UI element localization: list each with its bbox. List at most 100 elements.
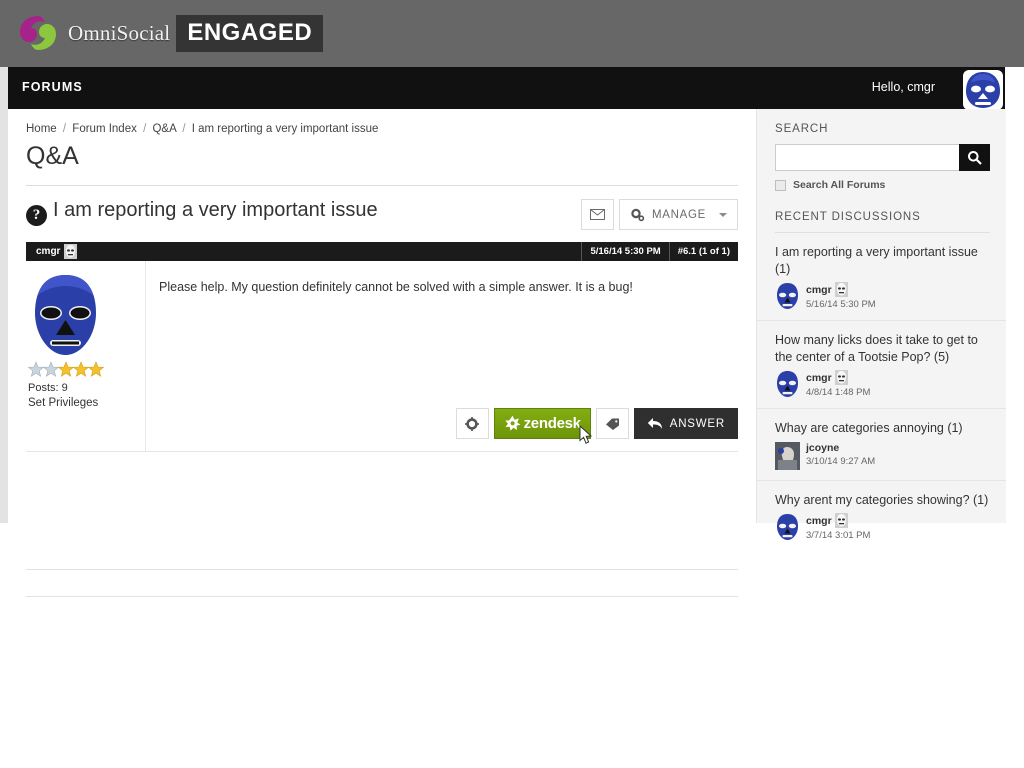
main-column: Home / Forum Index / Q&A / I am reportin… [8, 109, 756, 597]
discussion-meta: jcoyne 3/10/14 9:27 AM [775, 441, 990, 470]
discussion-title[interactable]: I am reporting a very important issue (1… [775, 244, 990, 277]
reply-arrow-icon [647, 418, 662, 429]
search-row [775, 144, 990, 171]
brand-badge: ENGAGED [176, 14, 324, 52]
zendesk-logo-icon [504, 415, 521, 431]
mouse-cursor [579, 424, 593, 445]
discussion-author-name: jcoyne [806, 441, 840, 454]
search-input[interactable] [775, 144, 959, 171]
page-container: Home / Forum Index / Q&A / I am reportin… [8, 109, 1006, 597]
chevron-down-icon [719, 212, 727, 217]
tag-icon [605, 418, 619, 430]
discussion-title[interactable]: Whay are categories annoying (1) [775, 420, 990, 437]
post-header-bar: cmgr 5/16/14 5:30 PM #6.1 (1 of 1) [26, 242, 738, 261]
list-item[interactable]: Why arent my categories showing? (1) cmg… [757, 481, 1006, 552]
nav-item-forums[interactable]: FORUMS [22, 80, 83, 94]
forum-navbar: FORUMS Hello, cmgr [8, 67, 1005, 110]
discussion-date: 5/16/14 5:30 PM [806, 299, 876, 310]
envelope-icon [589, 209, 605, 220]
app-frame: FORUMS Hello, cmgr Home / Forum Index / … [0, 67, 1006, 597]
discussion-meta: cmgr 4/8/14 1:48 PM [775, 370, 990, 398]
page-title: Q&A [26, 142, 79, 170]
omnisocial-swirl-logo-icon [16, 11, 60, 55]
post-action-bar: zendesk ANSWER [455, 408, 738, 439]
search-all-forums-row[interactable]: Search All Forums [775, 179, 1006, 191]
thread-header: ? I am reporting a very important issue [26, 199, 738, 241]
small-mask-badge-icon [834, 282, 848, 297]
post-header-meta: 5/16/14 5:30 PM #6.1 (1 of 1) [581, 242, 738, 261]
discussion-author-name: cmgr [806, 371, 832, 384]
post-body: Posts: 9 Set Privileges Please help. My … [26, 261, 738, 452]
small-mask-badge-icon [64, 244, 78, 259]
breadcrumb: Home / Forum Index / Q&A / I am reportin… [26, 123, 378, 135]
list-item[interactable]: How many licks does it take to get to th… [757, 321, 1006, 409]
post-author-panel: Posts: 9 Set Privileges [26, 261, 146, 451]
content-divider-2 [26, 596, 738, 597]
search-all-forums-checkbox[interactable] [775, 179, 786, 191]
question-mark-icon: ? [26, 205, 47, 226]
discussion-author-name: cmgr [806, 514, 832, 527]
tag-button[interactable] [595, 408, 629, 439]
discussion-author[interactable]: cmgr [806, 282, 876, 297]
user-avatar[interactable] [963, 70, 1003, 110]
breadcrumb-item-current[interactable]: I am reporting a very important issue [192, 123, 379, 135]
recent-discussions-heading: RECENT DISCUSSIONS [775, 211, 921, 223]
answer-button-label: ANSWER [669, 417, 725, 430]
search-icon [968, 151, 982, 165]
post: cmgr 5/16/14 5:30 PM #6.1 (1 of 1) Posts… [26, 242, 738, 452]
discussion-title[interactable]: Why arent my categories showing? (1) [775, 492, 990, 509]
breadcrumb-item-home[interactable]: Home [26, 123, 57, 135]
breadcrumb-separator: / [143, 123, 147, 135]
breadcrumb-separator: / [62, 123, 67, 135]
zendesk-button[interactable]: zendesk [493, 408, 591, 439]
answer-button[interactable]: ANSWER [633, 408, 738, 439]
author-rating-stars [28, 361, 145, 378]
set-privileges-link[interactable]: Set Privileges [28, 397, 145, 409]
thread-title: I am reporting a very important issue [53, 199, 378, 221]
discussion-date: 4/8/14 1:48 PM [806, 387, 871, 398]
discussion-avatar [775, 513, 800, 541]
post-settings-button[interactable] [455, 408, 489, 439]
search-all-forums-label: Search All Forums [793, 179, 886, 191]
post-content: Please help. My question definitely cann… [146, 261, 738, 451]
discussion-avatar [775, 282, 800, 310]
discussion-author[interactable]: cmgr [806, 370, 870, 385]
content-divider-1 [26, 569, 738, 570]
discussion-avatar [775, 441, 800, 470]
subscribe-mail-button[interactable] [580, 199, 614, 230]
discussion-author[interactable]: jcoyne [806, 442, 875, 454]
author-post-count: Posts: 9 [28, 382, 68, 394]
screen: OmniSocial ENGAGED FORUMS Hello, cmgr Ho… [0, 0, 1024, 768]
gears-icon [631, 208, 645, 221]
brand-logo-lockup[interactable]: OmniSocial ENGAGED [16, 8, 324, 58]
gear-icon [465, 416, 480, 431]
sidebar: SEARCH Search All Forums RECENT DISCUSSI… [756, 109, 1006, 541]
thread-toolbar: MANAGE [580, 199, 738, 230]
breadcrumb-separator: / [182, 123, 186, 135]
author-avatar[interactable] [28, 273, 103, 358]
post-text: Please help. My question definitely cann… [159, 280, 633, 294]
search-heading: SEARCH [775, 123, 829, 135]
title-divider [26, 185, 738, 186]
breadcrumb-item-forum-index[interactable]: Forum Index [72, 123, 137, 135]
list-item[interactable]: I am reporting a very important issue (1… [757, 233, 1006, 321]
search-button[interactable] [959, 144, 990, 171]
list-item[interactable]: Whay are categories annoying (1) jcoyne … [757, 409, 1006, 481]
discussion-meta: cmgr 3/7/14 3:01 PM [775, 513, 990, 541]
brand-bar: OmniSocial ENGAGED [0, 0, 1024, 67]
discussion-date: 3/10/14 9:27 AM [806, 455, 876, 467]
brand-name: OmniSocial [68, 20, 171, 45]
discussion-meta: cmgr 5/16/14 5:30 PM [775, 282, 990, 310]
breadcrumb-item-qa[interactable]: Q&A [152, 123, 176, 135]
post-header-user[interactable]: cmgr [36, 244, 78, 259]
user-greeting[interactable]: Hello, cmgr [872, 80, 935, 94]
post-date: 5/16/14 5:30 PM [581, 242, 668, 261]
discussion-date: 3/7/14 3:01 PM [806, 530, 871, 541]
zendesk-button-label: zendesk [523, 415, 581, 432]
small-mask-badge-icon [834, 513, 848, 528]
small-mask-badge-icon [834, 370, 848, 385]
manage-button[interactable]: MANAGE [618, 199, 738, 230]
discussion-title[interactable]: How many licks does it take to get to th… [775, 332, 990, 365]
discussion-author[interactable]: cmgr [806, 513, 870, 528]
manage-button-label: MANAGE [651, 208, 706, 221]
